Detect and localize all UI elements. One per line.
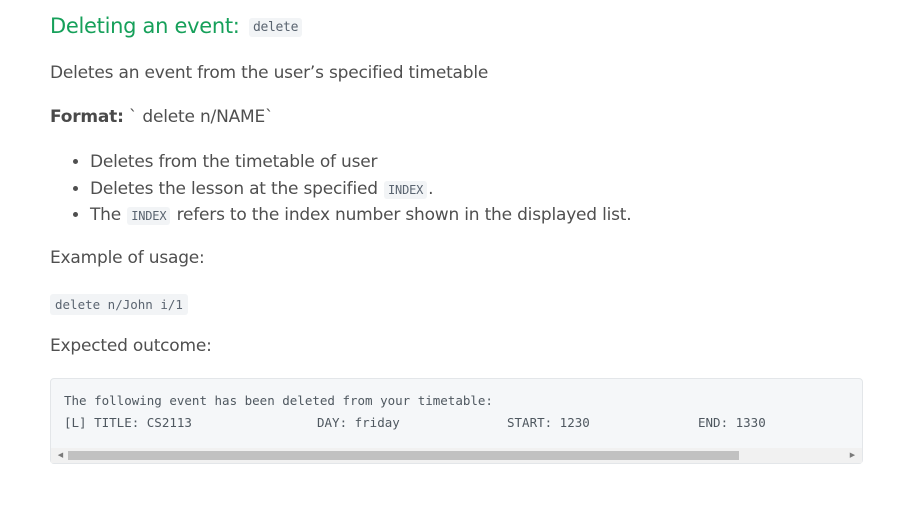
list-item-text: The	[90, 205, 127, 225]
list-item: The INDEX refers to the index number sho…	[90, 203, 632, 230]
heading-command-code: delete	[248, 18, 303, 37]
list-item-text-after: .	[428, 178, 434, 199]
list-item: Deletes the lesson at the specified INDE…	[90, 177, 631, 204]
example-label: Example of usage:	[50, 248, 205, 268]
heading-text: Deleting an event:	[50, 14, 246, 38]
format-value: ` delete n/NAME`	[123, 107, 274, 127]
scroll-left-arrow-icon[interactable]: ◀	[53, 448, 68, 463]
format-paragraph: Format: ` delete n/NAME`	[50, 107, 274, 127]
list-item-text: Deletes the lesson at the specified	[90, 178, 384, 199]
code-col-end: END: 1330	[698, 415, 766, 430]
document-page: Deleting an event: delete Deletes an eve…	[0, 0, 899, 485]
code-line-1: The following event has been deleted fro…	[64, 393, 493, 408]
scroll-right-arrow-icon[interactable]: ▶	[845, 448, 860, 463]
outcome-code-block: The following event has been deleted fro…	[50, 378, 863, 464]
code-col-day: DAY: friday	[317, 415, 400, 430]
horizontal-scrollbar[interactable]: ◀ ▶	[51, 448, 862, 463]
scrollbar-thumb[interactable]	[68, 451, 739, 460]
example-command-code: delete n/John i/1	[50, 294, 188, 315]
list-item: Deletes from the timetable of user	[90, 150, 631, 177]
outcome-label: Expected outcome:	[50, 336, 212, 356]
inline-code-index: INDEX	[384, 180, 428, 199]
inline-code-index: INDEX	[127, 207, 171, 225]
section-heading: Deleting an event: delete	[50, 14, 303, 38]
list-item-text: Deletes from the timetable of user	[90, 152, 378, 172]
code-col-start: START: 1230	[507, 415, 590, 430]
format-label: Format:	[50, 107, 124, 127]
code-col-title: [L] TITLE: CS2113	[64, 415, 192, 430]
description-paragraph: Deletes an event from the user’s specifi…	[50, 63, 489, 83]
rules-list: Deletes from the timetable of user Delet…	[50, 150, 632, 230]
list-item-text-after: refers to the index number shown in the …	[171, 205, 632, 225]
